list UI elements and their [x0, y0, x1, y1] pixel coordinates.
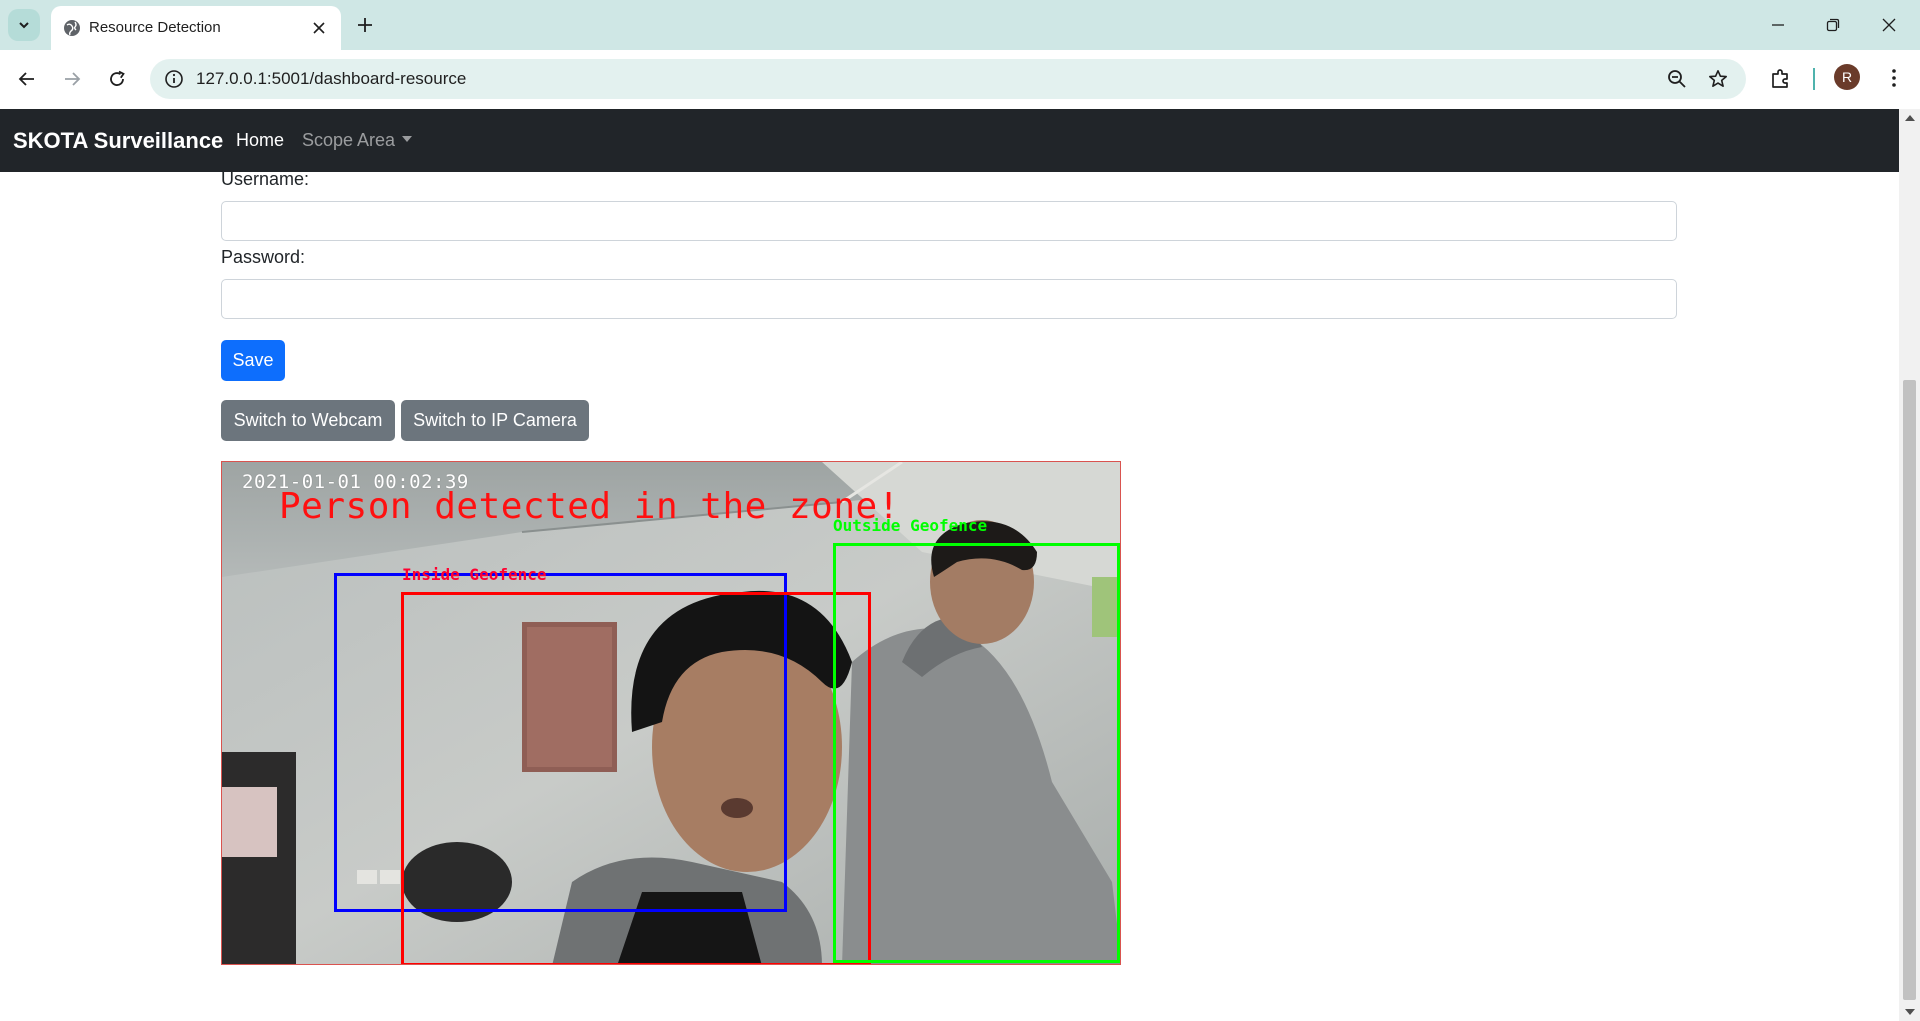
scroll-up-arrow-icon[interactable]	[1905, 115, 1915, 121]
minimize-button[interactable]	[1763, 10, 1793, 40]
profile-avatar[interactable]: R	[1834, 64, 1860, 90]
reload-icon	[110, 70, 125, 86]
camera-feed: 2021-01-01 00:02:39 Person detected in t…	[221, 461, 1121, 965]
browser-tab[interactable]: Resource Detection	[51, 6, 341, 50]
username-label: Username:	[221, 169, 310, 189]
nav-link-home[interactable]: Home	[236, 130, 284, 151]
forward-button[interactable]	[55, 62, 89, 96]
switch-to-ip-camera-button[interactable]: Switch to IP Camera	[401, 400, 589, 441]
bookmark-button[interactable]	[1707, 68, 1729, 90]
password-label: Password:	[221, 247, 306, 267]
password-field[interactable]	[221, 279, 1677, 319]
detection-alert-text: Person detected in the zone!	[279, 486, 900, 527]
username-field[interactable]	[221, 201, 1677, 241]
close-icon	[313, 22, 325, 34]
minimize-icon	[1772, 24, 1784, 26]
star-icon	[1709, 70, 1727, 87]
browser-menu-button[interactable]	[1879, 63, 1909, 93]
back-button[interactable]	[10, 62, 44, 96]
switch-to-webcam-button[interactable]: Switch to Webcam	[221, 400, 395, 441]
site-info-icon[interactable]	[164, 69, 184, 89]
url-text[interactable]: 127.0.0.1:5001/dashboard-resource	[196, 69, 466, 89]
zoom-out-icon	[1668, 70, 1686, 88]
inside-geofence-label: Inside Geofence	[402, 565, 547, 584]
reload-button[interactable]	[100, 62, 134, 96]
new-tab-button[interactable]	[352, 12, 378, 38]
caret-down-icon	[402, 136, 413, 142]
restore-icon	[1826, 18, 1840, 32]
address-bar[interactable]: 127.0.0.1:5001/dashboard-resource	[150, 59, 1746, 99]
zoom-button[interactable]	[1666, 68, 1688, 90]
toolbar-divider	[1813, 68, 1815, 90]
chevron-down-icon	[19, 22, 29, 29]
plus-icon	[358, 18, 372, 32]
page-scrollbar[interactable]	[1899, 109, 1920, 1021]
tab-search-button[interactable]	[8, 9, 40, 41]
save-button[interactable]: Save	[221, 340, 285, 381]
arrow-left-icon	[18, 72, 34, 86]
tab-title: Resource Detection	[89, 19, 221, 36]
more-vertical-icon	[1892, 69, 1896, 87]
outside-geofence-box	[833, 543, 1120, 963]
browser-toolbar: 127.0.0.1:5001/dashboard-resource R	[0, 50, 1920, 109]
scrollbar-thumb[interactable]	[1903, 380, 1916, 1000]
nav-dropdown-label: Scope Area	[302, 130, 396, 150]
navbar-brand[interactable]: SKOTA Surveillance	[13, 128, 223, 154]
arrow-right-icon	[65, 72, 81, 86]
close-window-button[interactable]	[1874, 10, 1904, 40]
top-navbar: SKOTA Surveillance Home Scope Area	[0, 109, 1899, 172]
outside-geofence-label: Outside Geofence	[833, 516, 988, 535]
puzzle-icon	[1772, 69, 1788, 88]
globe-icon	[64, 20, 80, 36]
close-icon	[1882, 18, 1896, 32]
extensions-button[interactable]	[1766, 63, 1796, 93]
inside-geofence-box	[401, 592, 871, 964]
tab-close-button[interactable]	[309, 18, 329, 38]
browser-tab-strip: Resource Detection	[0, 0, 1920, 50]
page-viewport: Username: Password: Save Switch to Webca…	[0, 109, 1920, 1021]
scroll-down-arrow-icon[interactable]	[1905, 1009, 1915, 1015]
nav-dropdown-scope-area[interactable]: Scope Area	[302, 130, 413, 151]
restore-button[interactable]	[1818, 10, 1848, 40]
